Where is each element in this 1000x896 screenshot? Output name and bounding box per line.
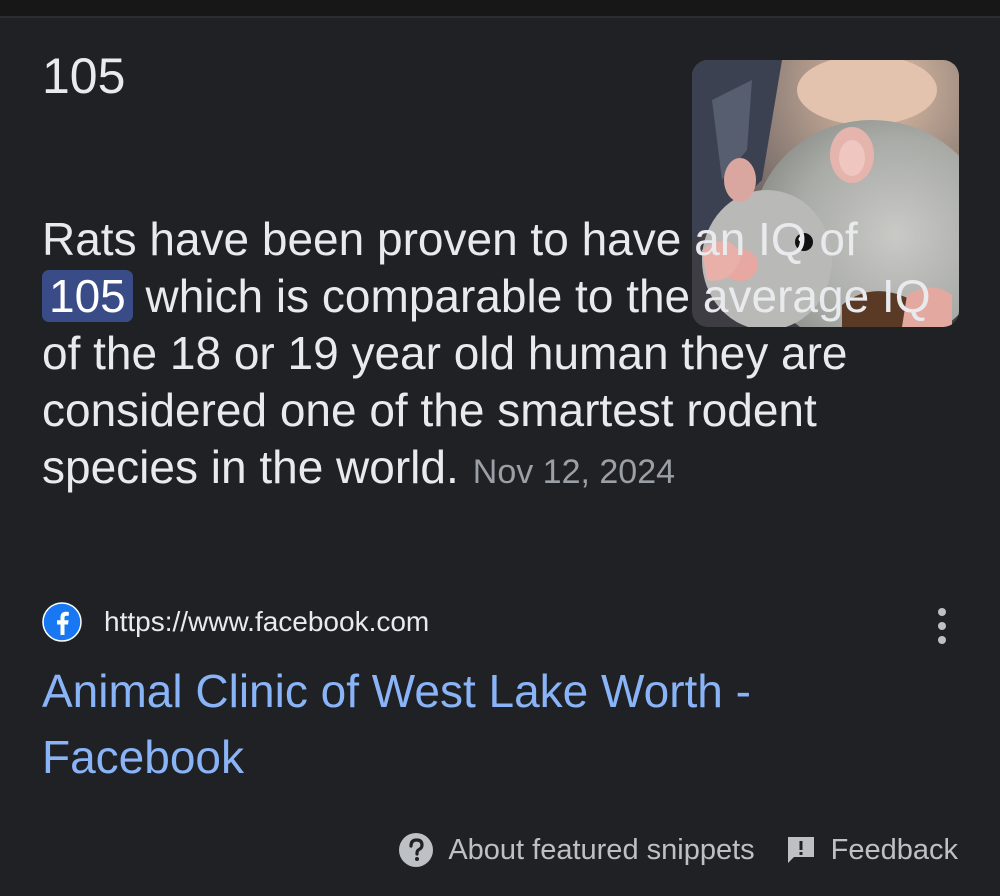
snippet-text: Rats have been proven to have an IQ of 1… (42, 211, 942, 501)
feedback-label: Feedback (830, 833, 958, 866)
feedback-button[interactable]: Feedback (785, 834, 958, 867)
about-featured-snippets-label: About featured snippets (448, 833, 755, 866)
source-row[interactable]: https://www.facebook.com (42, 600, 962, 644)
snippet-footer: About featured snippets Feedback (398, 828, 958, 872)
snippet-date: Nov 12, 2024 (472, 453, 676, 491)
answer-title: 105 (42, 48, 126, 104)
top-divider (0, 0, 1000, 18)
result-title-link[interactable]: Animal Clinic of West Lake Worth - Faceb… (42, 658, 902, 790)
snippet-text-before: Rats have been proven to have an IQ of (42, 213, 858, 265)
feedback-icon (787, 837, 814, 863)
more-vertical-icon[interactable] (926, 604, 958, 648)
snippet-highlight: 105 (42, 270, 133, 322)
help-circle-icon (399, 833, 434, 867)
source-url[interactable]: https://www.facebook.com (104, 604, 429, 640)
facebook-icon (42, 602, 82, 642)
about-featured-snippets-button[interactable]: About featured snippets (398, 832, 755, 868)
